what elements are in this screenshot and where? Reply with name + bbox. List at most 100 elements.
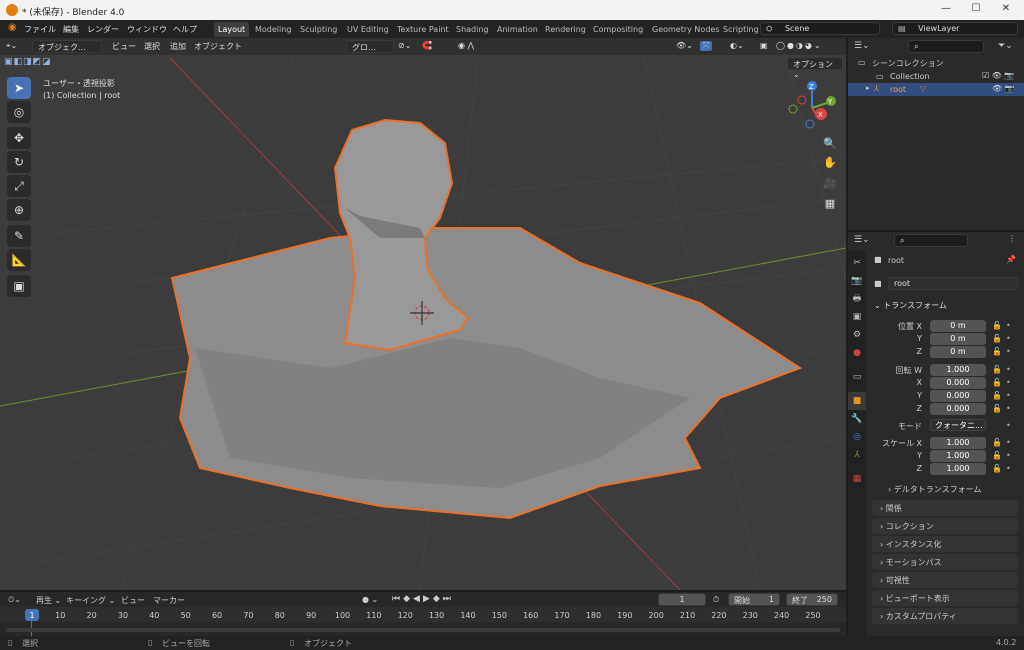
pin-icon[interactable]: 📌: [1006, 255, 1016, 264]
rotate-tool-icon[interactable]: ↻: [7, 151, 31, 173]
options-dropdown[interactable]: オプション ⌄: [787, 57, 843, 79]
zoom-icon[interactable]: 🔍: [820, 134, 840, 154]
panel-options-icon[interactable]: ⋮: [1008, 234, 1016, 243]
timeline-menu-view[interactable]: ビュー: [121, 595, 145, 606]
tab-geometry-nodes[interactable]: Geometry Nodes: [648, 22, 723, 37]
perspective-toggle-icon[interactable]: ▦: [820, 194, 840, 214]
data-tab-icon[interactable]: ⅄: [848, 446, 866, 464]
maximize-button[interactable]: ☐: [966, 3, 986, 17]
render-tab-icon[interactable]: 📷: [848, 272, 866, 290]
pivot-icon[interactable]: ⊘⌄: [398, 41, 411, 50]
select-tool-icon[interactable]: ➤: [7, 77, 31, 99]
lock-icon[interactable]: 🔓: [992, 365, 1002, 374]
add-cube-tool-icon[interactable]: ▣: [7, 275, 31, 297]
menu-add[interactable]: 追加: [170, 41, 186, 52]
tab-sculpting[interactable]: Sculpting: [296, 22, 341, 37]
minimize-button[interactable]: —: [936, 3, 956, 17]
tab-layout[interactable]: Layout: [214, 22, 250, 37]
lock-icon[interactable]: 🔓: [992, 334, 1002, 343]
snap-icon[interactable]: 🧲: [422, 41, 432, 50]
menu-file[interactable]: ファイル: [24, 24, 56, 35]
keyframe-dot-icon[interactable]: •: [1006, 404, 1011, 413]
tool-tab-icon[interactable]: ✂: [848, 254, 866, 272]
world-tab-icon[interactable]: ●: [848, 344, 866, 362]
panel-custom-properties[interactable]: › カスタムプロパティ: [872, 608, 1018, 624]
keyframe-dot-icon[interactable]: •: [1006, 438, 1011, 447]
tab-rendering[interactable]: Rendering: [541, 22, 590, 37]
tab-texture-paint[interactable]: Texture Paint: [393, 22, 453, 37]
pan-hand-icon[interactable]: ✋: [820, 153, 840, 173]
clock-icon[interactable]: ⏱: [713, 595, 719, 605]
panel-viewport-display[interactable]: › ビューポート表示: [872, 590, 1018, 606]
editor-type-icon[interactable]: ⌖⌄: [6, 41, 17, 51]
keyframe-dot-icon[interactable]: •: [1006, 421, 1011, 430]
scale-y-field[interactable]: 1.000: [930, 450, 986, 462]
xray-icon[interactable]: ▣: [760, 41, 768, 50]
timeline-editor-icon[interactable]: ⏲⌄: [8, 595, 21, 605]
panel-relations[interactable]: › 関係: [872, 500, 1018, 516]
tab-uv-editing[interactable]: UV Editing: [343, 22, 393, 37]
lock-icon[interactable]: 🔓: [992, 404, 1002, 413]
outliner-row-root[interactable]: ▸ ⅄ root ▽ 👁 📷: [848, 83, 1024, 96]
navigation-gizmo[interactable]: Z Y X: [784, 80, 840, 136]
keyframe-dot-icon[interactable]: •: [1006, 321, 1011, 330]
timeline-menu-playback[interactable]: 再生 ⌄: [36, 595, 61, 606]
lock-icon[interactable]: 🔓: [992, 391, 1002, 400]
scale-x-field[interactable]: 1.000: [930, 437, 986, 449]
outliner-search-input[interactable]: ⌕: [908, 40, 984, 53]
timeline-menu-marker[interactable]: マーカー: [153, 595, 185, 606]
keyframe-dot-icon[interactable]: •: [1006, 334, 1011, 343]
collection-controls-icon[interactable]: ☑ 👁 📷: [982, 71, 1014, 80]
scale-z-field[interactable]: 1.000: [930, 463, 986, 475]
tab-compositing[interactable]: Compositing: [589, 22, 647, 37]
properties-editor-icon[interactable]: ☰⌄: [854, 235, 870, 245]
blender-menu-icon[interactable]: ◉: [8, 22, 17, 33]
menu-edit[interactable]: 編集: [63, 24, 79, 35]
physics-tab-icon[interactable]: ◎: [848, 428, 866, 446]
location-z-field[interactable]: 0 m: [930, 346, 986, 358]
transform-panel-header[interactable]: ⌄ トランスフォーム: [874, 300, 947, 311]
menu-view[interactable]: ビュー: [112, 41, 136, 52]
properties-search-input[interactable]: ⌕: [894, 234, 968, 247]
keyframe-dot-icon[interactable]: •: [1006, 464, 1011, 473]
modifier-tab-icon[interactable]: 🔧: [848, 410, 866, 428]
menu-render[interactable]: レンダー: [87, 24, 119, 35]
tab-modeling[interactable]: Modeling: [251, 22, 295, 37]
view-layer-selector[interactable]: ▤ ViewLayer: [892, 22, 1018, 35]
delta-transform-header[interactable]: › デルタトランスフォーム: [888, 484, 981, 495]
collection-tab-icon[interactable]: ▭: [848, 368, 866, 386]
tab-shading[interactable]: Shading: [452, 22, 493, 37]
timeline-scrollbar[interactable]: [6, 628, 840, 632]
object-tab-icon[interactable]: ■: [848, 392, 866, 410]
panel-collections[interactable]: › コレクション: [872, 518, 1018, 534]
playback-controls-icon[interactable]: ⏮◆◀▶◆⏭: [392, 594, 454, 604]
rotation-x-field[interactable]: 0.000: [930, 377, 986, 389]
panel-visibility[interactable]: › 可視性: [872, 572, 1018, 588]
gizmo-toggle-icon[interactable]: ⤧: [700, 41, 713, 51]
lock-icon[interactable]: 🔓: [992, 451, 1002, 460]
shading-modes-icon[interactable]: ◯●◑◕⌄: [776, 41, 823, 50]
annotate-tool-icon[interactable]: ✎: [7, 225, 31, 247]
menu-select[interactable]: 選択: [144, 41, 160, 52]
object-visibility-icon[interactable]: 👁 📷: [992, 84, 1015, 93]
3d-viewport[interactable]: ユーザー・透視投影 (1) Collection | root ➤ ◎ ✥ ↻ …: [0, 38, 846, 590]
keyframe-dot-icon[interactable]: •: [1006, 347, 1011, 356]
proportional-edit-icon[interactable]: ◉ ⋀: [458, 41, 474, 50]
rotation-y-field[interactable]: 0.000: [930, 390, 986, 402]
lock-icon[interactable]: 🔓: [992, 464, 1002, 473]
output-tab-icon[interactable]: 🖶: [848, 290, 866, 308]
close-button[interactable]: ✕: [996, 3, 1016, 17]
menu-window[interactable]: ウィンドウ: [127, 24, 167, 35]
record-icon[interactable]: ● ⌄: [362, 595, 378, 604]
scene-selector[interactable]: ⛭ Scene: [760, 22, 880, 35]
lock-icon[interactable]: 🔓: [992, 321, 1002, 330]
visibility-icon[interactable]: 👁⌄: [676, 41, 693, 50]
keyframe-dot-icon[interactable]: •: [1006, 451, 1011, 460]
collection-label[interactable]: Collection: [890, 72, 930, 81]
cursor-tool-icon[interactable]: ◎: [7, 101, 31, 123]
scene-tab-icon[interactable]: ⚙: [848, 326, 866, 344]
lock-icon[interactable]: 🔓: [992, 347, 1002, 356]
lock-icon[interactable]: 🔓: [992, 438, 1002, 447]
timeline-menu-keying[interactable]: キーイング ⌄: [66, 595, 115, 606]
location-x-field[interactable]: 0 m: [930, 320, 986, 332]
